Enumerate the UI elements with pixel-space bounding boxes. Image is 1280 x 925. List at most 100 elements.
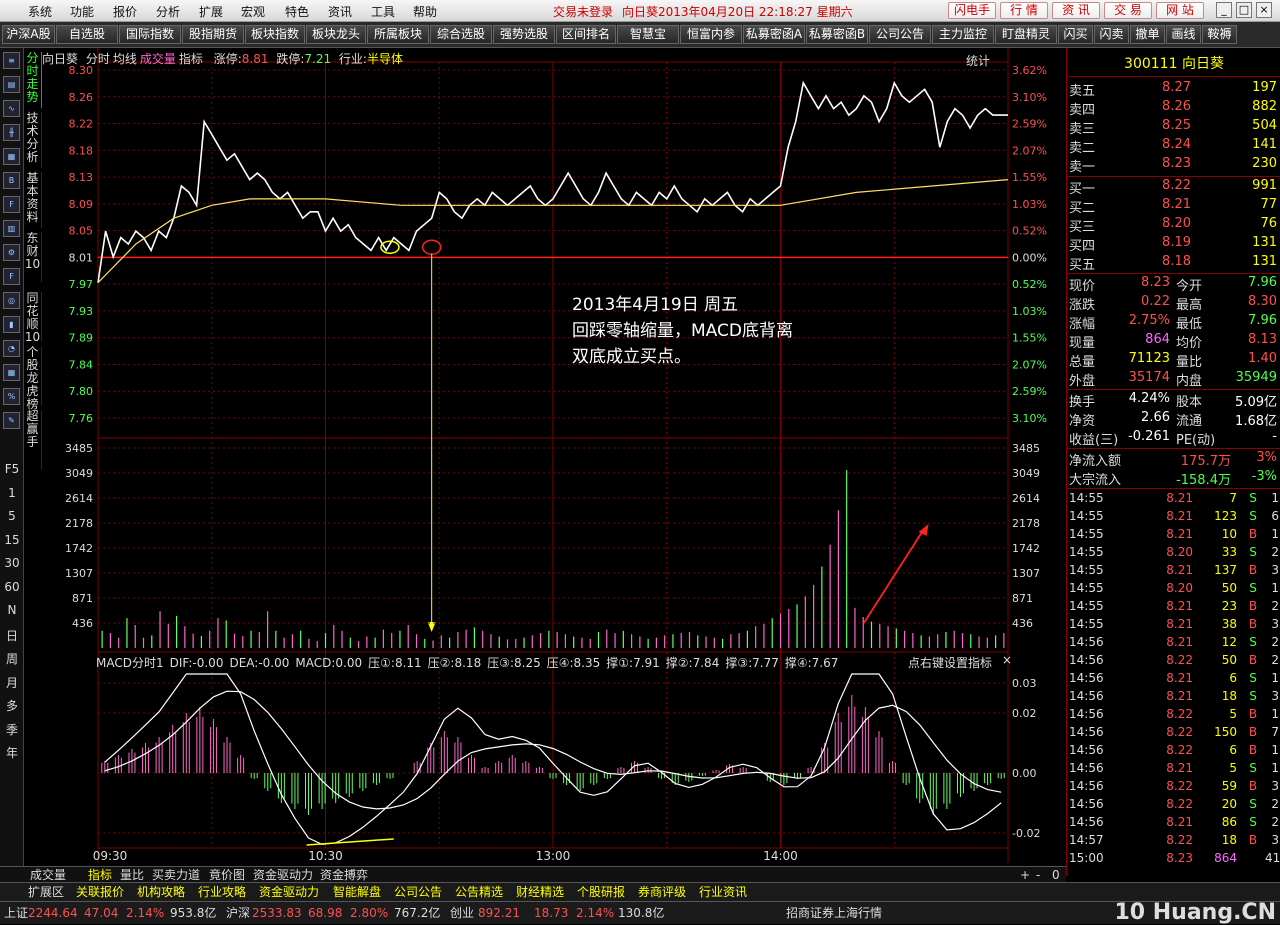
period-item[interactable]: 1	[4, 486, 20, 500]
indicator-tab[interactable]: 买卖力道	[152, 868, 200, 882]
pie-icon[interactable]: ◔	[3, 340, 20, 357]
quick-button[interactable]: 闪电手	[948, 2, 996, 19]
period-item[interactable]: 30	[4, 556, 20, 570]
pen-icon[interactable]: ✎	[3, 412, 20, 429]
toolbar-button[interactable]: 综合选股	[430, 25, 492, 44]
menu-item[interactable]: 扩展	[199, 3, 223, 20]
stats-button[interactable]: 统计	[966, 52, 990, 69]
tag-link[interactable]: 智能解盘	[333, 884, 381, 900]
toolbar-button[interactable]: 撤单	[1130, 25, 1165, 44]
quick-button[interactable]: 交 易	[1104, 2, 1152, 19]
sh-index[interactable]: 2244.64	[28, 903, 78, 923]
close-window-icon[interactable]: ×	[1256, 2, 1272, 18]
vertical-tab[interactable]: 超赢手	[24, 410, 42, 470]
tag-link[interactable]: 扩展区	[28, 884, 64, 900]
period-item[interactable]: 日	[4, 627, 20, 644]
toolbar-button[interactable]: 主力监控	[932, 25, 994, 44]
chart-mode-tab[interactable]: 指标	[179, 52, 203, 66]
toolbar-button[interactable]: 区间排名	[556, 25, 616, 44]
vertical-tab[interactable]: 技术分析	[24, 112, 42, 168]
menu-item[interactable]: 帮助	[413, 3, 437, 20]
ask-row[interactable]: 卖二 8.24 141	[1067, 137, 1280, 156]
kline-icon[interactable]: ╫	[3, 124, 20, 141]
menu-item[interactable]: 特色	[285, 3, 309, 20]
ask-row[interactable]: 卖四 8.26 882	[1067, 99, 1280, 118]
period-item[interactable]: 季	[4, 721, 20, 738]
page-icon[interactable]: ≡	[3, 52, 20, 69]
toolbar-button[interactable]: 闪卖	[1094, 25, 1129, 44]
f2-icon[interactable]: F	[3, 268, 20, 285]
vertical-tab[interactable]: 东财10	[24, 232, 42, 282]
period-item[interactable]: 月	[4, 674, 20, 691]
grid-icon[interactable]: ▦	[3, 364, 20, 381]
table-icon[interactable]: ▦	[3, 148, 20, 165]
indicator-tab[interactable]: 量比	[120, 868, 144, 882]
vertical-tab[interactable]: 基本资料	[24, 172, 42, 228]
vertical-tab[interactable]: 个股龙虎榜	[24, 346, 42, 411]
menu-item[interactable]: 宏观	[241, 3, 265, 20]
chart-mode-tab[interactable]: 均线	[113, 52, 137, 66]
pane-control-button[interactable]: -	[1036, 868, 1040, 882]
wrench-icon[interactable]: ⚙	[3, 244, 20, 261]
menu-item[interactable]: 系统	[28, 3, 52, 20]
menu-item[interactable]: 分析	[156, 3, 180, 20]
pane-control-button[interactable]: +	[1020, 868, 1030, 882]
list-icon[interactable]: ▤	[3, 76, 20, 93]
tag-link[interactable]: 公司公告	[394, 884, 442, 900]
tag-link[interactable]: 券商评级	[638, 884, 686, 900]
period-item[interactable]: 60	[4, 580, 20, 594]
tag-link[interactable]: 财经精选	[516, 884, 564, 900]
indicator-tab[interactable]: 指标	[88, 868, 112, 882]
search-icon[interactable]: ◎	[3, 292, 20, 309]
indicator-tab[interactable]: 资金搏弈	[320, 868, 368, 882]
period-item[interactable]: 15	[4, 533, 20, 547]
tag-link[interactable]: 资金驱动力	[259, 884, 319, 900]
bid-row[interactable]: 买四 8.19 131	[1067, 235, 1280, 254]
cy-index[interactable]: 892.21	[478, 903, 520, 923]
toolbar-button[interactable]: 闪买	[1058, 25, 1093, 44]
bid-row[interactable]: 买三 8.20 76	[1067, 216, 1280, 235]
toolbar-button[interactable]: 盯盘精灵	[995, 25, 1057, 44]
menu-item[interactable]: 工具	[371, 3, 395, 20]
bar-icon[interactable]: ▮	[3, 316, 20, 333]
indicator-tab[interactable]: 资金驱动力	[253, 868, 313, 882]
toolbar-button[interactable]: 画线	[1166, 25, 1201, 44]
restore-icon[interactable]: □	[1236, 2, 1252, 18]
indicator-tab[interactable]: 竟价图	[209, 868, 245, 882]
toolbar-button[interactable]: 所属板块	[367, 25, 429, 44]
toolbar-button[interactable]: 私募密函B	[806, 25, 868, 44]
period-item[interactable]: 多	[4, 697, 20, 714]
tag-link[interactable]: 关联报价	[76, 884, 124, 900]
f10-icon[interactable]: F	[3, 196, 20, 213]
toolbar-button[interactable]: 恒富内参	[680, 25, 742, 44]
toolbar-button[interactable]: 智慧宝	[617, 25, 679, 44]
toolbar-button[interactable]: 私募密函A	[743, 25, 805, 44]
chart-mode-tab[interactable]: 分时	[86, 52, 110, 66]
ask-row[interactable]: 卖一 8.23 230	[1067, 156, 1280, 175]
chart-mode-tab[interactable]: 成交量	[140, 52, 176, 66]
toolbar-button[interactable]: 鞍褥	[1202, 25, 1237, 44]
fundamental-icon[interactable]: B	[3, 172, 20, 189]
toolbar-button[interactable]: 自选股	[56, 25, 118, 44]
bid-row[interactable]: 买一 8.22 991	[1067, 178, 1280, 197]
ask-row[interactable]: 卖五 8.27 197	[1067, 80, 1280, 99]
tag-link[interactable]: 行业攻略	[198, 884, 246, 900]
tag-link[interactable]: 个股研报	[577, 884, 625, 900]
sz-index[interactable]: 2533.83	[252, 903, 302, 923]
vertical-tab[interactable]: 同花顺10	[24, 292, 42, 344]
pane-control-button[interactable]: 0	[1052, 868, 1060, 882]
quick-button[interactable]: 行 情	[1000, 2, 1048, 19]
vertical-tab[interactable]: 分时走势	[24, 52, 42, 108]
quick-button[interactable]: 网 站	[1156, 2, 1204, 19]
menu-item[interactable]: 报价	[113, 3, 137, 20]
toolbar-button[interactable]: 股指期货	[182, 25, 244, 44]
indicator-tab[interactable]: 成交量	[30, 868, 66, 882]
minimize-icon[interactable]: _	[1216, 2, 1232, 18]
toolbar-button[interactable]: 板块龙头	[306, 25, 366, 44]
period-item[interactable]: 5	[4, 509, 20, 523]
report-icon[interactable]: ▥	[3, 220, 20, 237]
menu-item[interactable]: 功能	[70, 3, 94, 20]
tag-link[interactable]: 机构攻略	[137, 884, 185, 900]
menu-item[interactable]: 资讯	[328, 3, 352, 20]
tag-link[interactable]: 行业资讯	[699, 884, 747, 900]
